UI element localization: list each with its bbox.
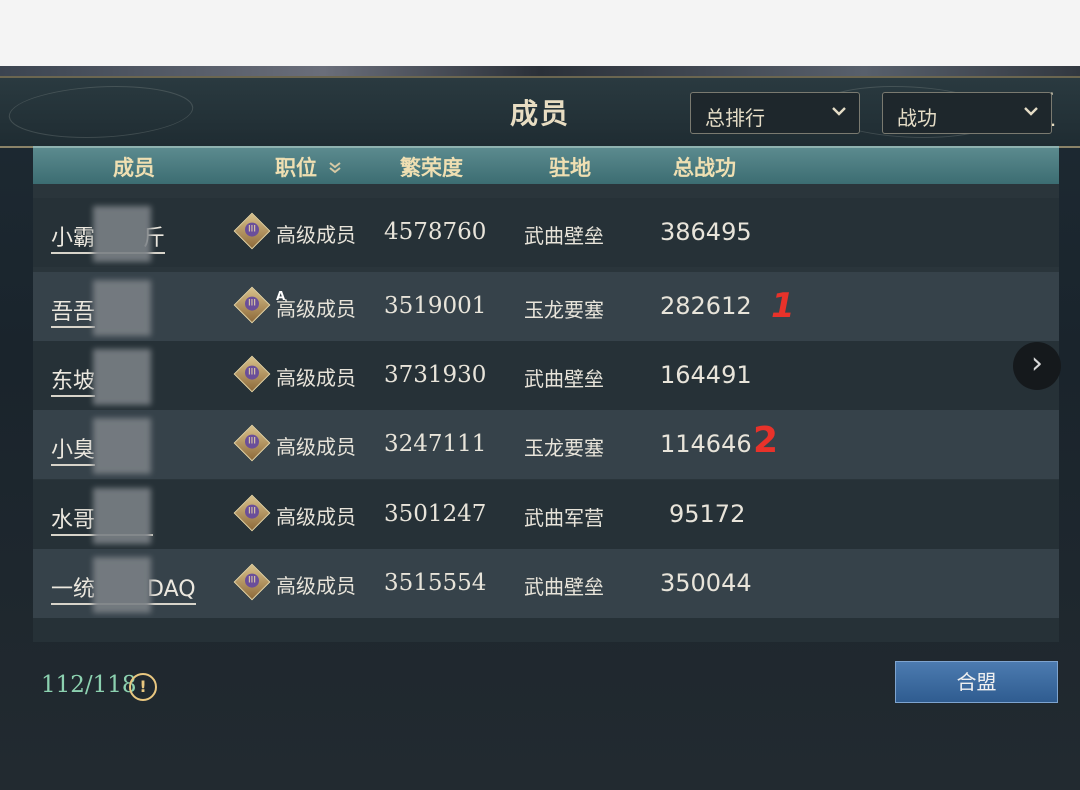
column-header-merit[interactable]: 总战功	[673, 152, 736, 182]
redaction-blur	[93, 557, 151, 613]
member-role: 高级成员	[276, 574, 356, 598]
column-header-member[interactable]: 成员	[113, 152, 155, 182]
table-row[interactable]: 吾吾 III 高级成员 3519001 玉龙要塞 282612 1	[33, 272, 1059, 341]
member-name[interactable]: 吾吾	[51, 294, 96, 328]
table-row[interactable]: 水哥 III 高级成员 3501247 武曲军营 95172	[33, 480, 1059, 549]
metric-dropdown-value: 战功	[897, 106, 937, 130]
table-row[interactable]: 小臭 III 高级成员 3247111 玉龙要塞 114646 2	[33, 410, 1059, 479]
member-name[interactable]: 东坡	[51, 363, 96, 397]
rank-badge-icon: III	[233, 494, 271, 532]
column-header-prosperity[interactable]: 繁荣度	[400, 152, 463, 182]
warning-icon[interactable]: !	[129, 673, 157, 701]
redaction-blur	[93, 488, 151, 544]
rank-badge-icon: III	[233, 563, 271, 601]
next-page-button[interactable]: ›	[1013, 342, 1061, 390]
rank-badge-icon: III	[233, 355, 271, 393]
member-merit: 114646	[660, 430, 752, 458]
redaction-blur	[93, 349, 151, 405]
table-row[interactable]: 东坡 III 高级成员 3731930 武曲壁垒 164491	[33, 341, 1059, 410]
rank-badge-icon: III	[233, 424, 271, 462]
member-count: 112/118	[41, 672, 137, 698]
member-location: 武曲壁垒	[524, 367, 604, 391]
member-role: 高级成员	[276, 297, 356, 321]
redaction-blur	[93, 206, 151, 262]
table-row[interactable]: 小霸斤 III 高级成员 4578760 武曲壁垒 386495	[33, 198, 1059, 267]
chevron-down-icon	[829, 101, 849, 126]
member-prosperity: 3515554	[384, 570, 487, 596]
redaction-blur	[93, 280, 151, 336]
column-header-role-label: 职位	[275, 156, 317, 180]
member-location: 玉龙要塞	[524, 298, 604, 322]
member-table: 小霸斤 III 高级成员 4578760 武曲壁垒 386495 吾吾 III …	[33, 184, 1059, 642]
ranking-dropdown[interactable]: 总排行	[690, 92, 860, 134]
member-prosperity: 4578760	[384, 219, 487, 245]
table-row[interactable]	[33, 618, 1059, 642]
column-header-location[interactable]: 驻地	[549, 152, 591, 182]
annotation-mark: 1	[771, 286, 795, 326]
member-merit: 350044	[660, 569, 752, 597]
member-prosperity: 3501247	[384, 501, 487, 527]
member-role: 高级成员	[276, 505, 356, 529]
member-role: 高级成员	[276, 435, 356, 459]
member-role: 高级成员	[276, 366, 356, 390]
ranking-dropdown-value: 总排行	[705, 106, 765, 130]
table-header: 成员 职位 繁荣度 驻地 总战功	[33, 146, 1059, 184]
member-location: 武曲军营	[524, 506, 604, 530]
member-merit: 282612	[660, 292, 752, 320]
member-merit: 164491	[660, 361, 752, 389]
member-merit: 386495	[660, 218, 752, 246]
rank-badge-icon: III	[233, 286, 271, 324]
sort-icon[interactable]	[323, 162, 342, 179]
member-prosperity: 3519001	[384, 293, 487, 319]
chevron-down-icon	[1021, 101, 1041, 126]
member-prosperity: 3731930	[384, 362, 487, 388]
table-row[interactable]: 一统 DAQ III 高级成员 3515554 武曲壁垒 350044	[33, 549, 1059, 618]
redaction-blur	[93, 418, 151, 474]
member-prosperity: 3247111	[384, 431, 487, 457]
member-merit: 95172	[669, 500, 746, 528]
column-header-role[interactable]: 职位	[275, 152, 342, 182]
member-name[interactable]: 小臭	[51, 432, 96, 466]
member-location: 武曲壁垒	[524, 575, 604, 599]
merge-alliance-button[interactable]: 合盟	[895, 661, 1058, 703]
member-location: 武曲壁垒	[524, 224, 604, 248]
rank-badge-icon: III	[233, 212, 271, 250]
metric-dropdown[interactable]: 战功	[882, 92, 1052, 134]
role-badge-a: A	[276, 289, 286, 303]
member-role: 高级成员	[276, 223, 356, 247]
annotation-mark: 2	[753, 420, 779, 461]
member-location: 玉龙要塞	[524, 436, 604, 460]
